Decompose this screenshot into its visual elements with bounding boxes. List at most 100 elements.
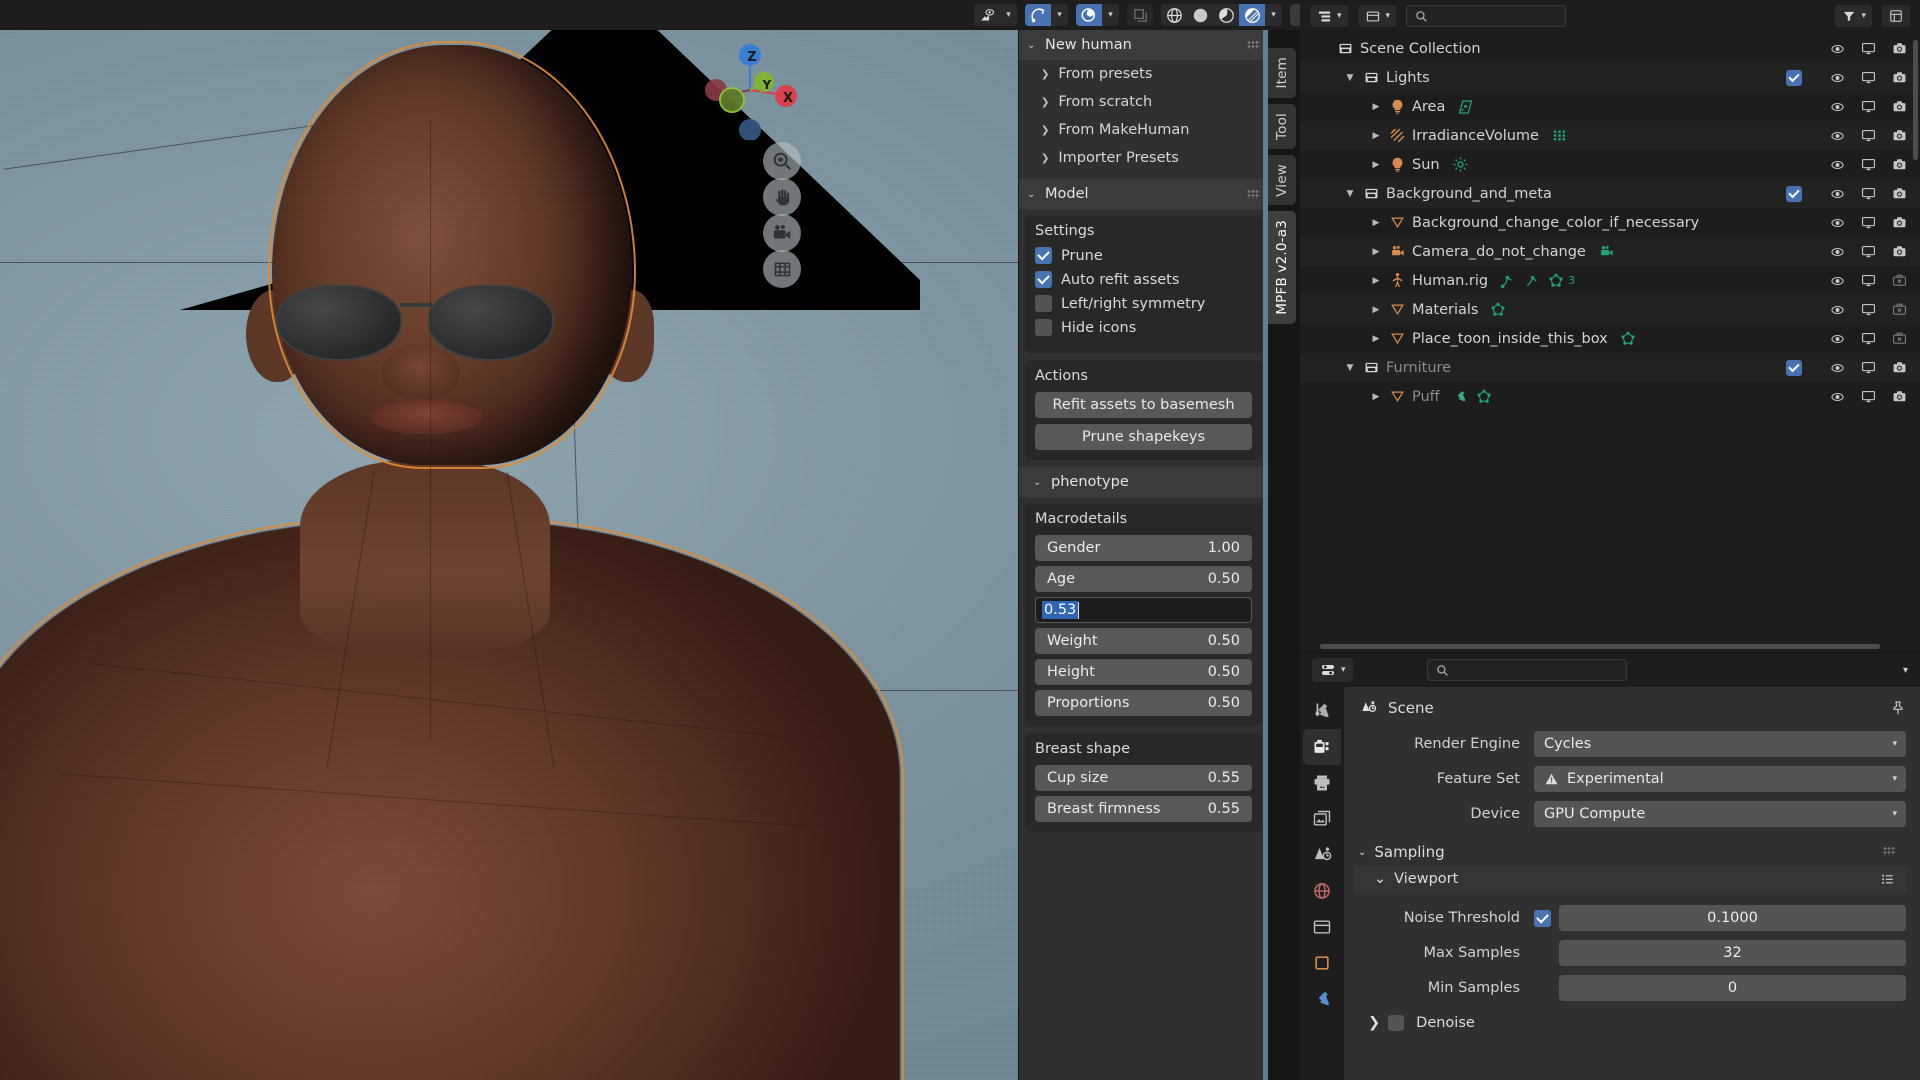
mpfb-sidebar-panel[interactable]: ⌄ New human ❯ From presets ❯ From scratc…: [1018, 30, 1268, 1080]
disable-in-renders-camera-icon[interactable]: [1891, 99, 1908, 114]
properties-tab-output[interactable]: [1303, 765, 1341, 801]
properties-editor-icon[interactable]: ▾: [1312, 658, 1353, 682]
outliner-exclude-checkbox[interactable]: [1786, 69, 1802, 86]
properties-tab-view-layer[interactable]: [1303, 801, 1341, 837]
outliner-row-place-toon-inside-this-box[interactable]: ▶ Place_toon_inside_this_box: [1300, 324, 1920, 353]
checkbox-prune-box[interactable]: [1035, 247, 1052, 264]
pose-icon[interactable]: [1524, 273, 1540, 289]
max-samples-value-field[interactable]: 32: [1559, 940, 1906, 966]
disclosure-triangle-closed-icon[interactable]: ▶: [1366, 247, 1386, 257]
outliner-tree[interactable]: Scene Collection ▼ Lights ▶ Area ▶ IrradianceV…: [1300, 32, 1920, 411]
subpanel-from-makehuman[interactable]: ❯ From MakeHuman: [1019, 116, 1268, 144]
disclosure-triangle-closed-icon[interactable]: ▶: [1366, 392, 1386, 402]
sidebar-tab-strip[interactable]: Item Tool View MPFB v2.0-a3: [1268, 30, 1300, 1080]
disable-in-viewports-monitor-icon[interactable]: [1860, 128, 1877, 143]
sidebar-tab-tool[interactable]: Tool: [1268, 103, 1296, 149]
viewport-header[interactable]: ▾ ▾ ▾ ▾: [0, 0, 1330, 30]
disable-in-viewports-monitor-icon[interactable]: [1860, 70, 1877, 85]
disable-in-viewports-monitor-icon[interactable]: [1860, 360, 1877, 375]
checkbox-prune[interactable]: Prune: [1035, 247, 1252, 264]
panel-denoise-header[interactable]: ❯ Denoise: [1354, 1010, 1906, 1037]
disable-in-renders-camera-off-icon[interactable]: [1891, 302, 1908, 317]
outliner-exclude-checkbox[interactable]: [1786, 359, 1802, 376]
outliner-row-furniture[interactable]: ▼ Furniture: [1300, 353, 1920, 382]
toggle-orthographic-icon[interactable]: [763, 250, 801, 288]
disclosure-triangle-closed-icon[interactable]: ▶: [1366, 102, 1386, 112]
slider-gender[interactable]: Gender 1.00: [1035, 535, 1252, 561]
slider-breast-firmness[interactable]: Breast firmness 0.55: [1035, 796, 1252, 822]
disclosure-triangle-closed-icon[interactable]: ▶: [1366, 305, 1386, 315]
disable-in-viewports-monitor-icon[interactable]: [1860, 331, 1877, 346]
preset-list-icon[interactable]: [1879, 872, 1896, 886]
disclosure-triangle-closed-icon[interactable]: ▶: [1366, 276, 1386, 286]
disable-in-renders-camera-icon[interactable]: [1891, 70, 1908, 85]
outliner-row-area[interactable]: ▶ Area: [1300, 92, 1920, 121]
panel-sampling-header[interactable]: ⌄ Sampling: [1354, 836, 1906, 866]
hide-in-viewport-eye-icon[interactable]: [1829, 245, 1846, 259]
disclosure-triangle-closed-icon[interactable]: ▶: [1366, 160, 1386, 170]
checkbox-symmetry-box[interactable]: [1035, 295, 1052, 312]
hide-in-viewport-eye-icon[interactable]: [1829, 390, 1846, 404]
hide-in-viewport-eye-icon[interactable]: [1829, 158, 1846, 172]
sidebar-tab-mpfb[interactable]: MPFB v2.0-a3: [1268, 211, 1296, 325]
camera-view-icon[interactable]: [763, 214, 801, 252]
disclosure-triangle-closed-icon[interactable]: ▶: [1366, 131, 1386, 141]
mesh-data-icon[interactable]: [1476, 389, 1492, 404]
checkbox-auto-refit-box[interactable]: [1035, 271, 1052, 288]
filter-funnel-icon[interactable]: ▾: [1835, 5, 1872, 27]
hide-in-viewport-eye-icon[interactable]: [1829, 361, 1846, 375]
armature-data-icon[interactable]: [1500, 273, 1516, 289]
denoise-checkbox[interactable]: [1388, 1015, 1405, 1031]
disable-in-renders-camera-icon[interactable]: [1891, 157, 1908, 172]
outliner-horizontal-scrollbar[interactable]: [1320, 644, 1880, 649]
outliner-filter-toggle-icon[interactable]: [1882, 5, 1910, 27]
shading-material-preview-icon[interactable]: [1213, 4, 1239, 26]
hide-in-viewport-eye-icon[interactable]: [1829, 71, 1846, 85]
outliner-row-scene-collection[interactable]: Scene Collection: [1300, 34, 1920, 63]
disclosure-triangle-closed-icon[interactable]: ▶: [1366, 334, 1386, 344]
disable-in-renders-camera-icon[interactable]: [1891, 41, 1908, 56]
render-engine-select[interactable]: Cycles ▾: [1534, 731, 1906, 757]
disable-in-renders-camera-icon[interactable]: [1891, 128, 1908, 143]
properties-header[interactable]: ▾ ▾: [1300, 653, 1920, 687]
properties-tab-scene[interactable]: [1303, 837, 1341, 873]
pin-icon[interactable]: [1890, 700, 1906, 716]
disable-in-viewports-monitor-icon[interactable]: [1860, 389, 1877, 404]
slider-muscle-edit-input[interactable]: 0.53: [1035, 597, 1252, 623]
outliner-row-lights[interactable]: ▼ Lights: [1300, 63, 1920, 92]
disclosure-triangle-open-icon[interactable]: ▼: [1340, 189, 1360, 199]
chevron-down-icon[interactable]: ▾: [1265, 4, 1282, 26]
disable-in-renders-camera-icon[interactable]: [1891, 360, 1908, 375]
checkbox-left-right-symmetry[interactable]: Left/right symmetry: [1035, 295, 1252, 312]
new-collection-icon[interactable]: ▾: [1357, 5, 1397, 27]
disable-in-renders-camera-icon[interactable]: [1891, 215, 1908, 230]
light-sun-data-icon[interactable]: [1452, 156, 1469, 173]
properties-tab-collection[interactable]: [1303, 909, 1341, 945]
disable-in-renders-camera-off-icon[interactable]: [1891, 331, 1908, 346]
shading-solid-icon[interactable]: [1187, 4, 1213, 26]
hide-in-viewport-eye-icon[interactable]: [1829, 100, 1846, 114]
visibility-dropdown-group[interactable]: ▾: [974, 4, 1017, 26]
disclosure-triangle-open-icon[interactable]: ▼: [1340, 73, 1360, 83]
outliner-row-background-and-meta[interactable]: ▼ Background_and_meta: [1300, 179, 1920, 208]
outliner-row-human-rig[interactable]: ▶ Human.rig 3: [1300, 266, 1920, 295]
shading-wireframe-icon[interactable]: [1161, 4, 1187, 26]
slider-weight[interactable]: Weight 0.50: [1035, 628, 1252, 654]
checkbox-auto-refit-assets[interactable]: Auto refit assets: [1035, 271, 1252, 288]
hide-in-viewport-eye-icon[interactable]: [1829, 274, 1846, 288]
properties-tab-object[interactable]: [1303, 945, 1341, 981]
xray-group[interactable]: [1127, 4, 1153, 26]
properties-search-input[interactable]: [1426, 659, 1627, 681]
outliner-row-materials[interactable]: ▶ Materials: [1300, 295, 1920, 324]
gizmo-y-label[interactable]: Y: [754, 72, 780, 98]
xray-toggle-icon[interactable]: [1127, 4, 1153, 26]
hide-in-viewport-eye-icon[interactable]: [1829, 216, 1846, 230]
modifier-wrench-icon[interactable]: [1452, 389, 1468, 404]
panel-phenotype-header[interactable]: ⌄ phenotype: [1019, 467, 1268, 497]
disclosure-triangle-open-icon[interactable]: ▼: [1340, 363, 1360, 373]
outliner-row-camera-do-not-change[interactable]: ▶ Camera_do_not_change: [1300, 237, 1920, 266]
disable-in-viewports-monitor-icon[interactable]: [1860, 215, 1877, 230]
snap-magnet-icon[interactable]: [1025, 4, 1051, 26]
outliner-exclude-checkbox[interactable]: [1786, 185, 1802, 202]
hide-in-viewport-eye-icon[interactable]: [1829, 303, 1846, 317]
